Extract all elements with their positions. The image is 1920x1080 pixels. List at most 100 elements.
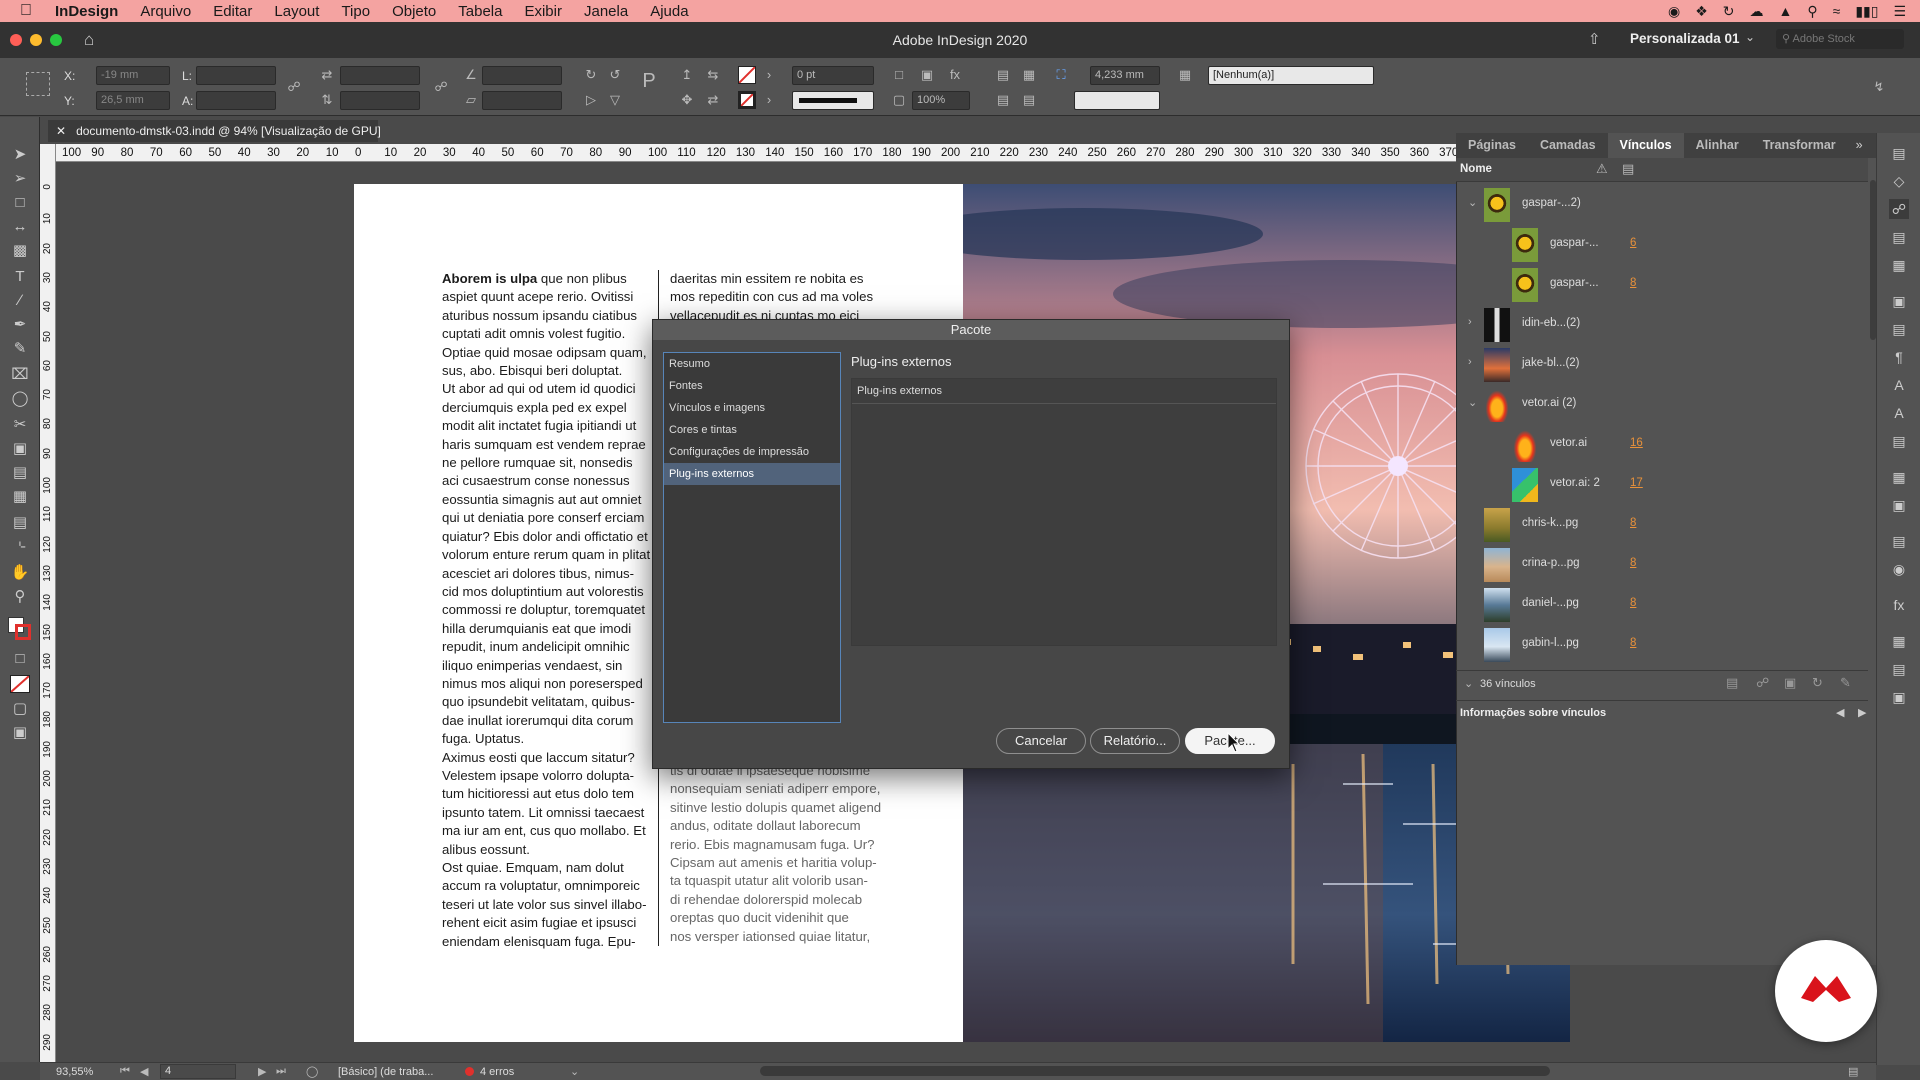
apply-none-icon[interactable] <box>10 675 30 693</box>
object-style-select[interactable]: [Nenhum(a)] <box>1208 66 1374 85</box>
align-icon[interactable]: ▤ <box>1889 227 1909 247</box>
edit-original-icon[interactable]: ✎ <box>1840 675 1851 691</box>
stock-search-input[interactable]: ⚲ Adobe Stock <box>1776 29 1904 49</box>
gradient-swatch-tool-icon[interactable]: ▤ <box>10 463 30 483</box>
hand-tool-icon[interactable]: ✋ <box>10 563 30 583</box>
nav-item-vinculos[interactable]: Vínculos e imagens <box>664 397 840 419</box>
search-icon[interactable]: ⚲ <box>1807 3 1817 20</box>
link-page-number[interactable]: 8 <box>1630 557 1636 569</box>
select-content-icon[interactable]: ✥ <box>678 91 696 109</box>
flip-h-icon[interactable]: ▷ <box>582 91 600 109</box>
apple-icon[interactable]:  <box>0 2 44 20</box>
cell-styles-icon[interactable]: ▤ <box>1889 659 1909 679</box>
gap-tool-icon[interactable]: ↔ <box>10 217 30 237</box>
lightning-icon[interactable]: ↯ <box>1870 78 1888 96</box>
select-container-icon[interactable]: ↥ <box>678 66 696 84</box>
x-field[interactable]: -19 mm <box>96 66 170 85</box>
link-page-number[interactable]: 16 <box>1630 437 1643 449</box>
height-field[interactable] <box>196 91 276 110</box>
rectangle-frame-tool-icon[interactable]: ⌧ <box>10 365 30 385</box>
paragraph-icon[interactable]: ¶ <box>1889 347 1909 367</box>
report-button[interactable]: Relatório... <box>1090 728 1180 754</box>
zoom-window-button[interactable] <box>50 34 62 46</box>
chevron-down-icon[interactable]: ⌄ <box>1745 30 1755 44</box>
screen-mode-icon[interactable]: ▢ <box>10 699 30 719</box>
text-wrap-panel-icon[interactable]: ▣ <box>1889 687 1909 707</box>
swatches-icon[interactable]: ▦ <box>1889 467 1909 487</box>
relink-folder-icon[interactable]: ▤ <box>1726 675 1738 691</box>
close-tab-icon[interactable]: ✕ <box>56 124 66 138</box>
shear-field[interactable] <box>482 91 562 110</box>
formatting-container-icon[interactable]: □ <box>10 649 30 669</box>
nav-item-fontes[interactable]: Fontes <box>664 375 840 397</box>
frame-p-icon[interactable]: P <box>640 71 658 91</box>
prev-page-icon[interactable]: ◀ <box>140 1065 148 1078</box>
creative-cloud-icon[interactable]: ☁ <box>1750 3 1764 20</box>
link-row[interactable]: gabin-l...pg 8 <box>1458 625 1828 665</box>
pencil-tool-icon[interactable]: ✎ <box>10 339 30 359</box>
text-column-right-bottom[interactable]: tis di odiae il ipsaeseque nobisime nons… <box>670 762 881 946</box>
char-styles-icon[interactable]: A <box>1889 403 1909 423</box>
cancel-button[interactable]: Cancelar <box>996 728 1086 754</box>
link-row[interactable]: gaspar-... 8 <box>1458 265 1828 305</box>
transform-icon[interactable]: ▦ <box>1889 255 1909 275</box>
link-page-number[interactable]: 6 <box>1630 237 1636 249</box>
fill-none-swatch[interactable] <box>738 66 756 84</box>
layers-icon[interactable]: ◇ <box>1889 171 1909 191</box>
flip-v-icon[interactable]: ▽ <box>606 91 624 109</box>
home-icon[interactable]: ⌂ <box>84 30 94 50</box>
menu-editar[interactable]: Editar <box>202 3 263 20</box>
document-tab[interactable]: ✕ documento-dmstk-03.indd @ 94% [Visuali… <box>48 120 381 142</box>
next-arrow-icon[interactable]: ▶ <box>1858 706 1866 719</box>
dropbox-icon[interactable]: ❖ <box>1695 3 1708 20</box>
selection-tool-icon[interactable]: ➤ <box>10 145 30 165</box>
goto-link-icon[interactable]: ▣ <box>1784 675 1796 691</box>
link-row[interactable]: vetor.ai 16 <box>1458 425 1828 465</box>
menu-layout[interactable]: Layout <box>263 3 330 20</box>
menu-arquivo[interactable]: Arquivo <box>129 3 202 20</box>
preflight-profile[interactable]: [Básico] (de traba... <box>338 1066 433 1078</box>
page-column-icon[interactable]: ▤ <box>1622 161 1634 177</box>
zoom-tool-icon[interactable]: ⚲ <box>10 587 30 607</box>
nav-item-resumo[interactable]: Resumo <box>664 353 840 375</box>
pen-tool-icon[interactable]: ✒ <box>10 315 30 335</box>
type-tool-icon[interactable]: T <box>10 267 30 287</box>
constrain-proportions-icon[interactable]: ☍ <box>285 78 303 96</box>
links-icon[interactable]: ☍ <box>1889 199 1909 219</box>
color-swatch-field[interactable] <box>1074 91 1160 110</box>
pages-icon[interactable]: ▤ <box>1889 143 1909 163</box>
nav-item-impressao[interactable]: Configurações de impressão <box>664 441 840 463</box>
distribute-icon[interactable]: ▤ <box>1020 91 1038 109</box>
scissors-tool-icon[interactable]: ✂ <box>10 415 30 435</box>
next-page-icon[interactable]: ▶ <box>258 1065 266 1078</box>
chevron-right-icon[interactable]: › <box>760 66 778 84</box>
menu-tipo[interactable]: Tipo <box>330 3 381 20</box>
link-row[interactable]: › idin-eb...(2) <box>1458 305 1828 345</box>
direct-selection-tool-icon[interactable]: ➢ <box>10 169 30 189</box>
wrap-around-icon[interactable]: ▦ <box>1020 66 1038 84</box>
line-tool-icon[interactable]: ∕ <box>10 291 30 311</box>
auto-fit-icon[interactable]: ⛶ <box>1052 66 1070 84</box>
cc-libraries-icon[interactable]: ▣ <box>1889 291 1909 311</box>
text-column-right-top[interactable]: daeritas min essitem re nobita es mos re… <box>670 270 873 325</box>
tab-paginas[interactable]: Páginas <box>1456 133 1528 158</box>
table-icon[interactable]: ▦ <box>1889 631 1909 651</box>
link-page-number[interactable]: 8 <box>1630 277 1636 289</box>
menu-objeto[interactable]: Objeto <box>381 3 447 20</box>
free-transform-tool-icon[interactable]: ▣ <box>10 439 30 459</box>
menu-extra-icon[interactable]: ☰ <box>1893 3 1906 20</box>
rotate-ccw-icon[interactable]: ↺ <box>606 66 624 84</box>
prev-arrow-icon[interactable]: ◀ <box>1836 706 1844 719</box>
column-name-header[interactable]: Nome <box>1460 163 1492 175</box>
page-number-field[interactable]: 4 <box>160 1064 236 1079</box>
y-field[interactable]: 26,5 mm <box>96 91 170 110</box>
fx-icon[interactable]: fx <box>946 66 964 84</box>
share-icon[interactable]: ⇧ <box>1588 30 1601 48</box>
page-tool-icon[interactable]: □ <box>10 193 30 213</box>
twisty-down-icon[interactable]: ⌄ <box>1468 396 1477 409</box>
workspace-switcher[interactable]: Personalizada 01 <box>1630 31 1740 46</box>
link-page-number[interactable]: 8 <box>1630 517 1636 529</box>
close-window-button[interactable] <box>10 34 22 46</box>
battery-icon[interactable]: ▮▮▯ <box>1855 3 1878 20</box>
menu-tabela[interactable]: Tabela <box>447 3 513 20</box>
